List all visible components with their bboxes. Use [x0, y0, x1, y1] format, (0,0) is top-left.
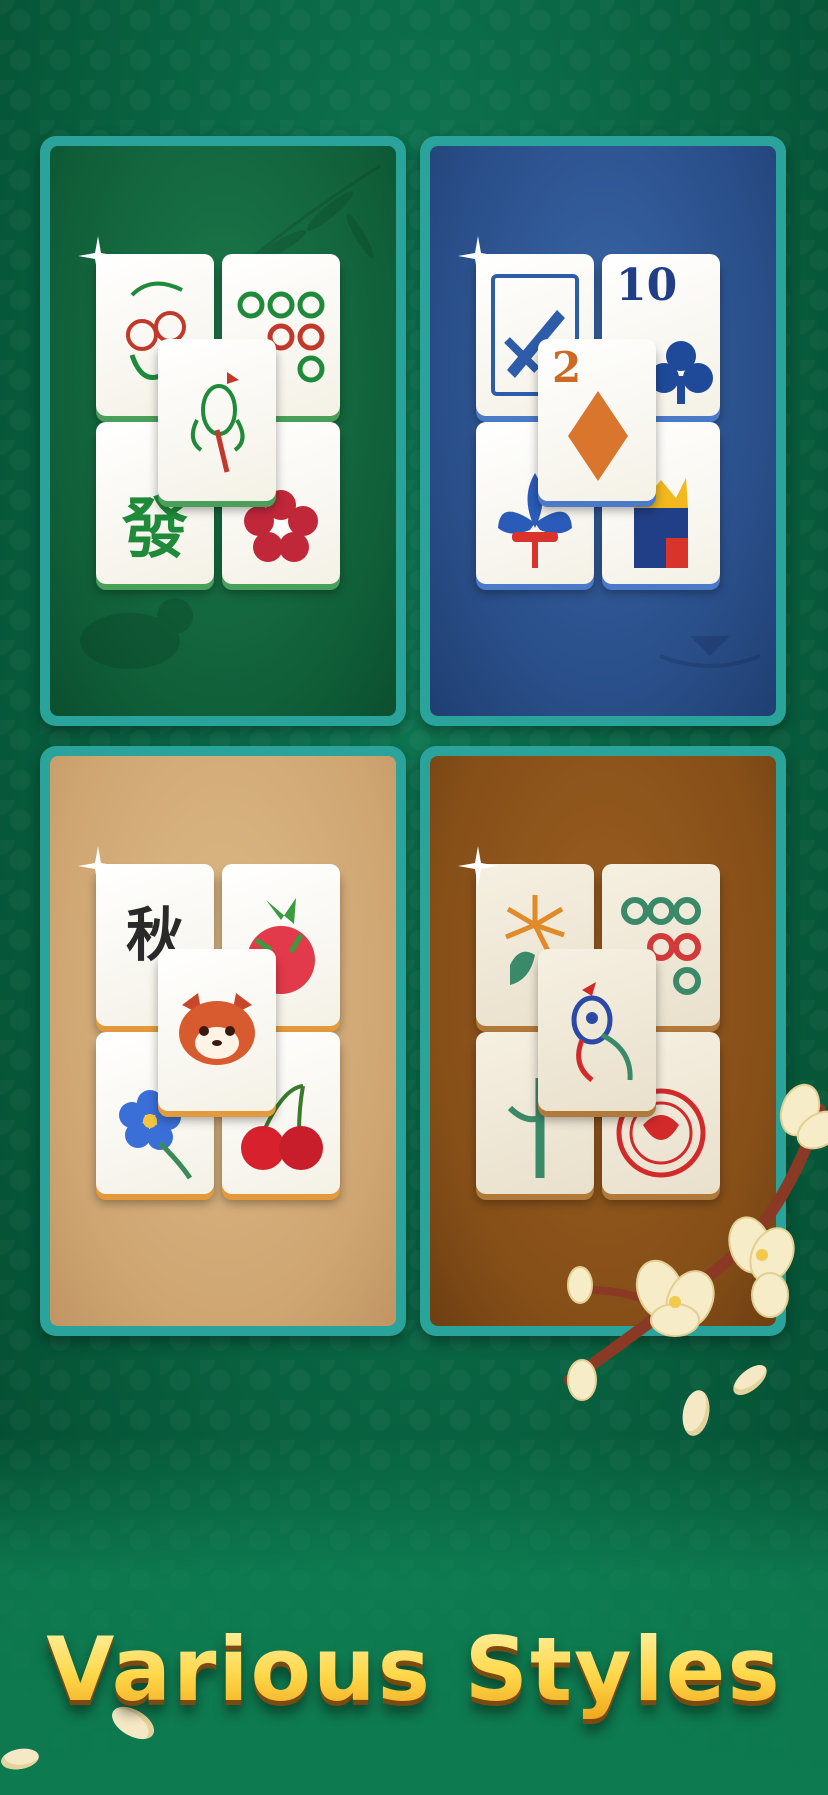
headline-title: Various Styles: [0, 1618, 828, 1721]
style-card-poker[interactable]: 10 2: [420, 136, 786, 726]
style-card-cute[interactable]: 秋: [40, 746, 406, 1336]
two-label: 2: [552, 343, 582, 392]
red-panda-icon: [179, 993, 255, 1065]
club-icon: [649, 341, 713, 404]
ten-label: 10: [616, 260, 678, 311]
cat-decoration: [80, 598, 193, 669]
style-card-cute-background: 秋: [50, 756, 396, 1326]
style-card-poker-background: 10 2: [430, 146, 776, 716]
bottom-gradient: [0, 1435, 828, 1795]
sparkle-icon: [78, 846, 118, 886]
two-diamonds-tile: 2: [538, 339, 656, 501]
bird-icon: [190, 372, 245, 473]
bird-tile: [158, 339, 276, 501]
style-card-classic[interactable]: 發: [40, 136, 406, 726]
sparkle-icon: [78, 236, 118, 276]
sparkle-icon: [458, 846, 498, 886]
style-card-classic-background: 發: [50, 146, 396, 716]
diamond-icon: [568, 391, 628, 481]
magnolia-branch-decoration: [564, 1083, 828, 1401]
boat-decoration: [659, 636, 761, 668]
sparkle-icon: [458, 236, 498, 276]
red-panda-tile: [158, 949, 276, 1111]
